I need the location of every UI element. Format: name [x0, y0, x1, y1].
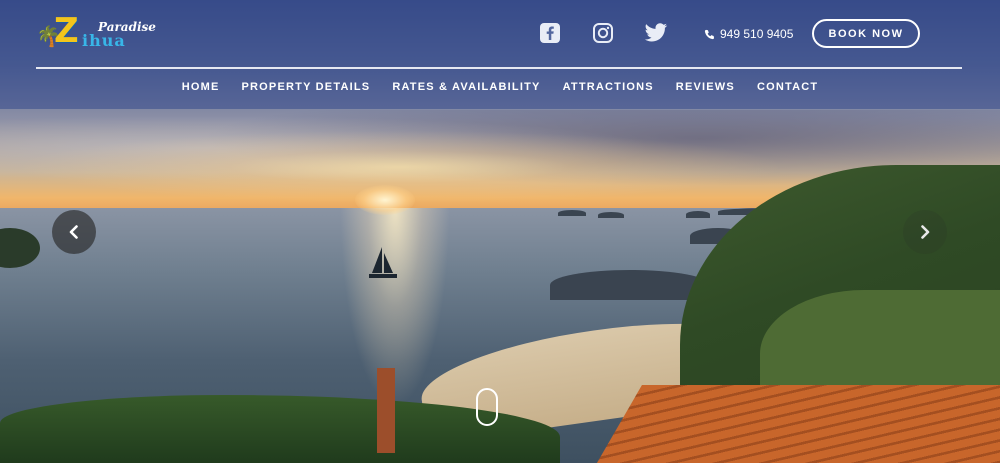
tile-roof — [590, 385, 1000, 463]
twitter-icon[interactable] — [643, 20, 669, 46]
main-nav: HOME PROPERTY DETAILS RATES & AVAILABILI… — [0, 81, 1000, 93]
site-logo[interactable]: 🌴 Z Paradise ihua — [36, 14, 156, 54]
logo-letter: Z — [54, 11, 79, 51]
instagram-icon[interactable] — [590, 20, 616, 46]
sailboat — [369, 247, 397, 278]
book-now-button[interactable]: BOOK NOW — [812, 19, 920, 48]
header-divider — [36, 67, 962, 69]
nav-rates-availability[interactable]: RATES & AVAILABILITY — [392, 81, 540, 93]
nav-reviews[interactable]: REVIEWS — [676, 81, 735, 93]
sun-reflection — [340, 208, 450, 408]
facebook-icon[interactable] — [537, 20, 563, 46]
chevron-right-icon — [921, 225, 930, 239]
chevron-left-icon — [69, 225, 78, 239]
nav-property-details[interactable]: PROPERTY DETAILS — [242, 81, 371, 93]
slider-next-button[interactable] — [903, 210, 947, 254]
scroll-indicator-icon[interactable] — [476, 388, 498, 426]
chimney — [377, 368, 395, 453]
logo-bottom-text: ihua — [82, 31, 126, 50]
nav-attractions[interactable]: ATTRACTIONS — [563, 81, 654, 93]
nav-contact[interactable]: CONTACT — [757, 81, 818, 93]
phone-icon — [704, 29, 714, 39]
phone-number[interactable]: 949 510 9405 — [704, 27, 793, 41]
phone-text: 949 510 9405 — [720, 27, 794, 41]
sun — [355, 185, 415, 215]
nav-home[interactable]: HOME — [182, 81, 220, 93]
header: 🌴 Z Paradise ihua 949 510 9405 BOOK NOW … — [0, 0, 1000, 109]
slider-prev-button[interactable] — [52, 210, 96, 254]
